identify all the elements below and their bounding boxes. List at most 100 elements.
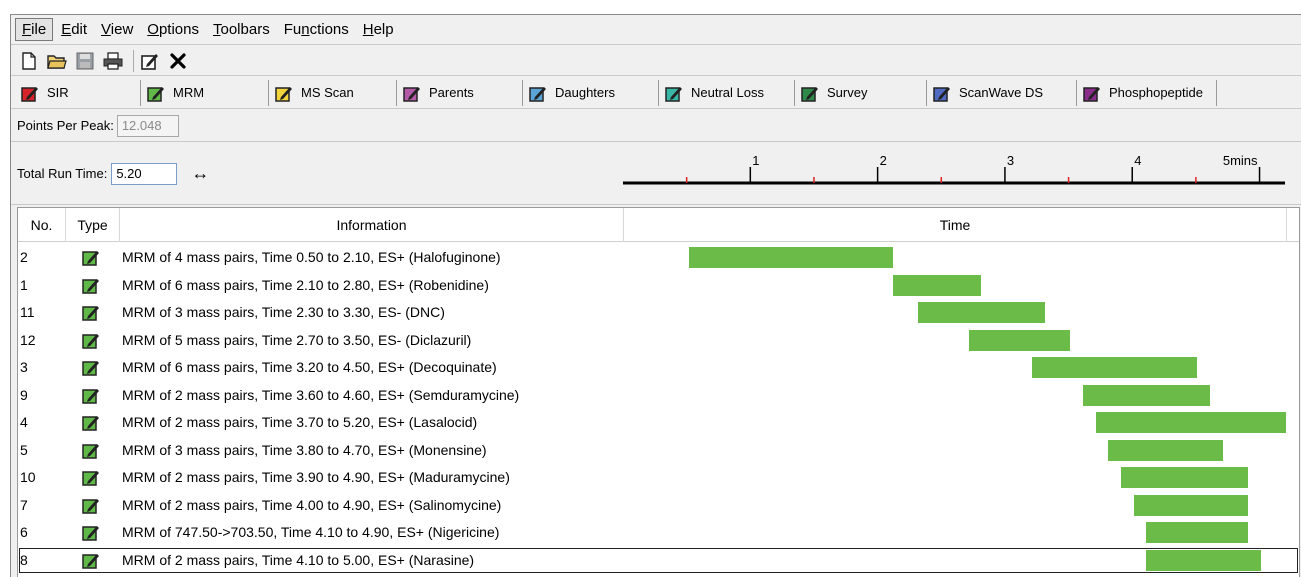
function-label: Survey [827, 85, 868, 100]
time-window-bar[interactable] [1032, 357, 1198, 378]
mrm-edit-icon[interactable] [82, 358, 100, 376]
menu-options[interactable]: Options [141, 19, 205, 40]
mrm-edit-icon[interactable] [82, 551, 100, 569]
time-window-bar[interactable] [689, 247, 893, 268]
table-row[interactable]: 12 MRM of 5 mass pairs, Time 2.70 to 3.50… [18, 327, 1299, 354]
column-header-no[interactable]: No. [18, 208, 66, 242]
phosphopeptide-edit-icon [1083, 84, 1101, 102]
mrm-edit-icon[interactable] [82, 386, 100, 404]
table-row[interactable]: 8 MRM of 2 mass pairs, Time 4.10 to 5.00,… [18, 547, 1299, 574]
time-window-bar[interactable] [917, 302, 1045, 323]
row-information: MRM of 747.50->703.50, Time 4.10 to 4.90… [122, 524, 500, 540]
function-survey-button[interactable]: Survey [795, 79, 927, 106]
open-folder-icon[interactable] [45, 49, 69, 73]
survey-edit-icon [801, 84, 819, 102]
mrm-edit-icon[interactable] [82, 276, 100, 294]
function-toolbar: SIR MRM MS Scan Parents Daughters Neutral Los… [11, 77, 1301, 109]
function-phosphopeptide-button[interactable]: Phosphopeptide [1077, 79, 1217, 106]
time-window-bar[interactable] [1095, 412, 1286, 433]
table-row[interactable]: 3 MRM of 6 mass pairs, Time 3.20 to 4.50,… [18, 354, 1299, 381]
total-run-time-field[interactable] [111, 162, 178, 185]
row-information: MRM of 6 mass pairs, Time 2.10 to 2.80, … [122, 276, 489, 293]
function-label: MRM [173, 85, 205, 100]
table-row[interactable]: 4 MRM of 2 mass pairs, Time 3.70 to 5.20,… [18, 409, 1299, 436]
print-icon[interactable] [101, 49, 125, 73]
ruler-tick-label: 1 [752, 153, 759, 168]
menu-help[interactable]: Help [357, 19, 400, 40]
menu-edit[interactable]: Edit [55, 19, 93, 40]
table-header: No. Type Information Time [18, 208, 1299, 242]
table-row[interactable]: 11 MRM of 3 mass pairs, Time 2.30 to 3.30… [18, 299, 1299, 326]
time-window-bar[interactable] [1146, 522, 1248, 543]
mrm-edit-icon[interactable] [82, 523, 100, 541]
time-window-bar[interactable] [1121, 467, 1248, 488]
row-information: MRM of 3 mass pairs, Time 2.30 to 3.30, … [122, 304, 445, 320]
row-information: MRM of 2 mass pairs, Time 3.90 to 4.90, … [122, 469, 510, 485]
mrm-edit-icon[interactable] [82, 248, 100, 266]
mrm-edit-icon[interactable] [82, 303, 100, 321]
mrm-edit-icon[interactable] [82, 441, 100, 459]
new-file-icon[interactable] [17, 49, 41, 73]
edit-icon[interactable] [138, 49, 162, 73]
function-label: Neutral Loss [691, 85, 764, 100]
table-row[interactable]: 2 MRM of 4 mass pairs, Time 0.50 to 2.10,… [18, 244, 1299, 271]
sir-edit-icon [21, 84, 39, 102]
menu-functions[interactable]: Functions [278, 19, 355, 40]
table-row[interactable]: 5 MRM of 3 mass pairs, Time 3.80 to 4.70,… [18, 437, 1299, 464]
row-information: MRM of 2 mass pairs, Time 3.70 to 5.20, … [122, 414, 478, 430]
ruler-tick-label: 5mins [1223, 153, 1258, 168]
row-number: 9 [20, 386, 28, 403]
function-label: MS Scan [301, 85, 354, 100]
mrm-edit-icon[interactable] [82, 331, 100, 349]
mrm-edit-icon[interactable] [82, 468, 100, 486]
row-number: 3 [20, 359, 28, 375]
table-row[interactable]: 10 MRM of 2 mass pairs, Time 3.90 to 4.90… [18, 464, 1299, 491]
mrm-method-window: File Edit View Options Toolbars Functions Help… [10, 14, 1301, 577]
ruler-tick-label: 3 [1007, 153, 1014, 168]
row-information: MRM of 6 mass pairs, Time 3.20 to 4.50, … [122, 359, 497, 375]
row-number: 8 [20, 551, 28, 568]
function-parents-button[interactable]: Parents [397, 79, 523, 106]
function-ms-scan-button[interactable]: MS Scan [269, 79, 397, 106]
column-header-information[interactable]: Information [120, 208, 624, 242]
table-row[interactable]: 1 MRM of 6 mass pairs, Time 2.10 to 2.80,… [18, 272, 1299, 299]
row-number: 6 [20, 524, 28, 540]
function-neutral-loss-button[interactable]: Neutral Loss [659, 79, 795, 106]
mrm-edit-icon[interactable] [82, 496, 100, 514]
points-per-peak-field [116, 114, 179, 137]
ruler-tick-label: 2 [880, 153, 887, 168]
function-scanwave-ds-button[interactable]: ScanWave DS [927, 79, 1077, 106]
time-window-bar[interactable] [1133, 494, 1248, 516]
points-per-peak-label: Points Per Peak: [17, 118, 114, 133]
table-row[interactable]: 9 MRM of 2 mass pairs, Time 3.60 to 4.60,… [18, 382, 1299, 409]
time-window-bar[interactable] [892, 274, 982, 296]
time-window-bar[interactable] [968, 329, 1071, 351]
time-ruler: 1 2 3 4 5mins [623, 153, 1285, 185]
function-mrm-button[interactable]: MRM [141, 79, 269, 106]
time-window-bar[interactable] [1146, 549, 1261, 571]
ruler-tick-label: 4 [1134, 153, 1141, 168]
table-row[interactable]: 7 MRM of 2 mass pairs, Time 4.00 to 4.90,… [18, 492, 1299, 519]
table-row[interactable]: 6 MRM of 747.50->703.50, Time 4.10 to 4.9… [18, 519, 1299, 546]
time-window-bar[interactable] [1082, 384, 1210, 406]
menu-toolbars[interactable]: Toolbars [207, 19, 276, 40]
column-header-type[interactable]: Type [66, 208, 120, 242]
scanwave-ds-edit-icon [933, 84, 951, 102]
row-number: 12 [20, 331, 36, 348]
row-number: 1 [20, 276, 28, 293]
column-header-time[interactable]: Time [624, 208, 1287, 242]
save-icon[interactable] [73, 49, 97, 73]
mrm-edit-icon[interactable] [82, 413, 100, 431]
neutral-loss-edit-icon [665, 84, 683, 102]
menu-view[interactable]: View [95, 19, 139, 40]
icon-toolbar [11, 46, 1301, 76]
row-number: 7 [20, 496, 28, 513]
menu-file[interactable]: File [15, 18, 54, 41]
function-sir-button[interactable]: SIR [15, 79, 141, 106]
close-icon[interactable] [166, 49, 190, 73]
row-information: MRM of 5 mass pairs, Time 2.70 to 3.50, … [122, 331, 472, 348]
function-daughters-button[interactable]: Daughters [523, 79, 659, 106]
time-window-bar[interactable] [1108, 439, 1223, 461]
expand-arrows-icon[interactable]: ↔ [191, 163, 209, 184]
toolbar-separator [133, 49, 134, 72]
